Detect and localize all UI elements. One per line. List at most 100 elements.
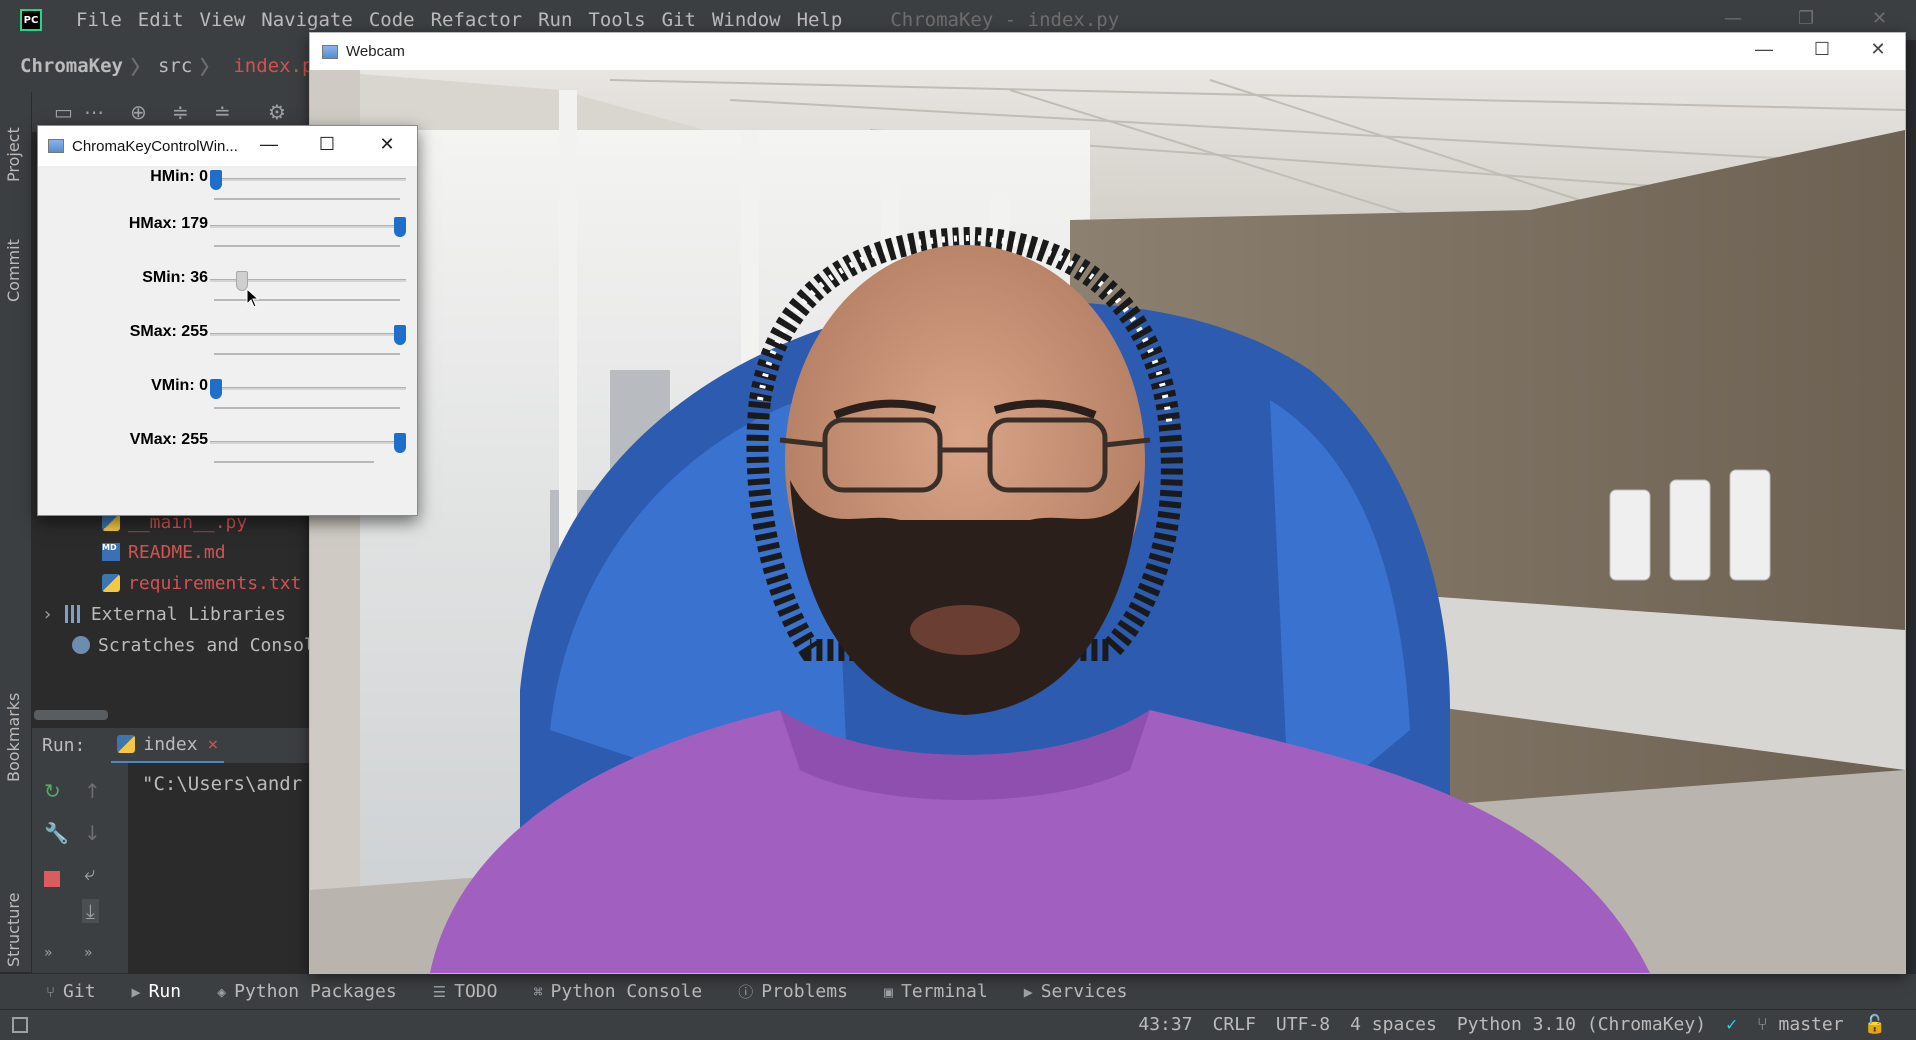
- close-icon[interactable]: ×: [208, 734, 219, 755]
- breadcrumb-folder[interactable]: src: [158, 55, 192, 77]
- status-bar: 43:37 CRLF UTF-8 4 spaces Python 3.10 (C…: [0, 1009, 1916, 1040]
- trackbar-ticks: [214, 198, 400, 200]
- more-tools-icon[interactable]: »: [44, 945, 53, 961]
- run-console-output[interactable]: "C:\Users\andr: [128, 763, 320, 973]
- ide-restore-button[interactable]: ❐: [1798, 8, 1814, 29]
- trackbar-label: HMax: 179: [128, 215, 208, 232]
- maximize-button[interactable]: ☐: [312, 134, 342, 155]
- window-icon: [322, 44, 338, 59]
- stop-icon[interactable]: [44, 871, 60, 887]
- terminal-icon: ▣: [883, 982, 893, 1001]
- window-icon: [48, 139, 64, 153]
- tab-services[interactable]: ▶ Services: [1024, 981, 1128, 1002]
- arrow-up-icon[interactable]: ↑: [84, 779, 101, 803]
- scratch-icon: [72, 636, 90, 654]
- file-encoding[interactable]: UTF-8: [1276, 1014, 1330, 1035]
- menu-tools[interactable]: Tools: [580, 9, 653, 31]
- trackbar-track[interactable]: [210, 225, 406, 228]
- git-branch[interactable]: ⑂ master: [1757, 1014, 1844, 1035]
- interpreter[interactable]: Python 3.10 (ChromaKey): [1457, 1014, 1706, 1035]
- tab-run[interactable]: ▶ Run: [132, 981, 182, 1002]
- wrench-icon[interactable]: 🔧: [44, 821, 69, 845]
- horizontal-scrollbar[interactable]: [34, 710, 108, 720]
- tab-problems[interactable]: ⓘ Problems: [738, 981, 848, 1002]
- tab-structure[interactable]: Structure: [4, 893, 23, 967]
- line-separator[interactable]: CRLF: [1213, 1014, 1256, 1035]
- close-button[interactable]: ✕: [1858, 39, 1898, 60]
- breadcrumb-project[interactable]: ChromaKey: [20, 55, 123, 77]
- control-titlebar[interactable]: ChromaKeyControlWin... — ☐ ✕: [38, 126, 417, 166]
- expand-all-icon[interactable]: ≑: [172, 100, 189, 124]
- services-icon: ▶: [1023, 982, 1033, 1001]
- tab-commit[interactable]: Commit: [4, 239, 23, 302]
- menu-view[interactable]: View: [192, 9, 254, 31]
- chevron-right-icon[interactable]: ›: [42, 604, 53, 625]
- minimize-button[interactable]: —: [1744, 39, 1784, 60]
- trackbar-track[interactable]: [210, 333, 406, 336]
- tab-python-packages[interactable]: ◈ Python Packages: [217, 981, 397, 1002]
- menu-help[interactable]: Help: [789, 9, 851, 31]
- tab-python-console[interactable]: ⌘ Python Console: [533, 981, 702, 1002]
- tab-label: Problems: [761, 981, 848, 1002]
- minimize-button[interactable]: —: [254, 134, 284, 155]
- webcam-image: [310, 70, 1905, 973]
- trackbar-track[interactable]: [210, 441, 406, 444]
- trackbar-thumb[interactable]: [210, 170, 222, 190]
- menu-code[interactable]: Code: [361, 9, 423, 31]
- trackbar-label: SMax: 255: [129, 323, 208, 340]
- tree-item-readme[interactable]: MD README.md: [102, 538, 226, 566]
- menu-refactor[interactable]: Refactor: [423, 9, 531, 31]
- control-title: ChromaKeyControlWin...: [72, 137, 238, 155]
- info-icon: ⓘ: [738, 983, 754, 1001]
- run-label: Run:: [42, 735, 86, 756]
- menu-file[interactable]: File: [68, 9, 130, 31]
- maximize-button[interactable]: ☐: [1802, 39, 1842, 60]
- menu-edit[interactable]: Edit: [130, 9, 192, 31]
- tab-label: Python Console: [550, 981, 703, 1002]
- layers-icon: ◈: [217, 982, 227, 1001]
- tab-bookmarks[interactable]: Bookmarks: [4, 693, 23, 782]
- webcam-titlebar[interactable]: Webcam — ☐ ✕: [310, 33, 1905, 70]
- locate-icon[interactable]: ⊕: [130, 100, 147, 124]
- ide-minimize-button[interactable]: —: [1724, 8, 1742, 29]
- trackbar-track[interactable]: [210, 178, 406, 181]
- tab-git[interactable]: ⑂ Git: [46, 981, 96, 1002]
- menu-window[interactable]: Window: [704, 9, 789, 31]
- caret-position[interactable]: 43:37: [1138, 1014, 1192, 1035]
- soft-wrap-icon[interactable]: ⤶: [84, 861, 95, 885]
- console-line: "C:\Users\andr: [142, 773, 303, 795]
- run-tab-index[interactable]: index ×: [111, 728, 225, 764]
- trackbar-thumb[interactable]: [394, 325, 406, 345]
- menu-git[interactable]: Git: [654, 9, 704, 31]
- trackbar-thumb[interactable]: [394, 217, 406, 237]
- trackbar-thumb[interactable]: [394, 433, 406, 453]
- lock-icon[interactable]: 🔓: [1864, 1014, 1886, 1035]
- trackbar-track[interactable]: [210, 387, 406, 390]
- gear-icon[interactable]: ⚙: [268, 100, 286, 124]
- tab-terminal[interactable]: ▣ Terminal: [884, 981, 988, 1002]
- more-icon[interactable]: ⋯: [84, 100, 104, 124]
- tab-label: TODO: [454, 981, 498, 1002]
- rerun-icon[interactable]: ↻: [44, 779, 61, 803]
- menu-navigate[interactable]: Navigate: [253, 9, 361, 31]
- collapse-all-icon[interactable]: ≐: [214, 100, 231, 124]
- tab-todo[interactable]: ☰ TODO: [433, 981, 498, 1002]
- indent-setting[interactable]: 4 spaces: [1350, 1014, 1437, 1035]
- tree-item-external-libraries[interactable]: › External Libraries: [42, 600, 286, 628]
- more-tools-icon[interactable]: »: [84, 945, 93, 961]
- tab-label: Git: [63, 981, 96, 1002]
- tree-item-requirements[interactable]: requirements.txt: [102, 569, 301, 597]
- tree-item-scratches[interactable]: Scratches and Consoles: [72, 631, 336, 659]
- tree-item-label: External Libraries: [90, 603, 286, 625]
- scroll-to-end-icon[interactable]: ⤓: [82, 899, 99, 923]
- tab-project[interactable]: Project: [4, 127, 23, 182]
- close-button[interactable]: ✕: [372, 134, 402, 155]
- tool-window-toggle-icon[interactable]: [12, 1017, 28, 1033]
- menu-run[interactable]: Run: [530, 9, 580, 31]
- trackbar-thumb[interactable]: [210, 379, 222, 399]
- ide-close-button[interactable]: ✕: [1872, 8, 1887, 29]
- trackbar-label: HMin: 0: [150, 168, 208, 185]
- webcam-frame: [310, 70, 1905, 973]
- arrow-down-icon[interactable]: ↓: [84, 821, 101, 845]
- project-view-icon[interactable]: ▭: [54, 100, 73, 124]
